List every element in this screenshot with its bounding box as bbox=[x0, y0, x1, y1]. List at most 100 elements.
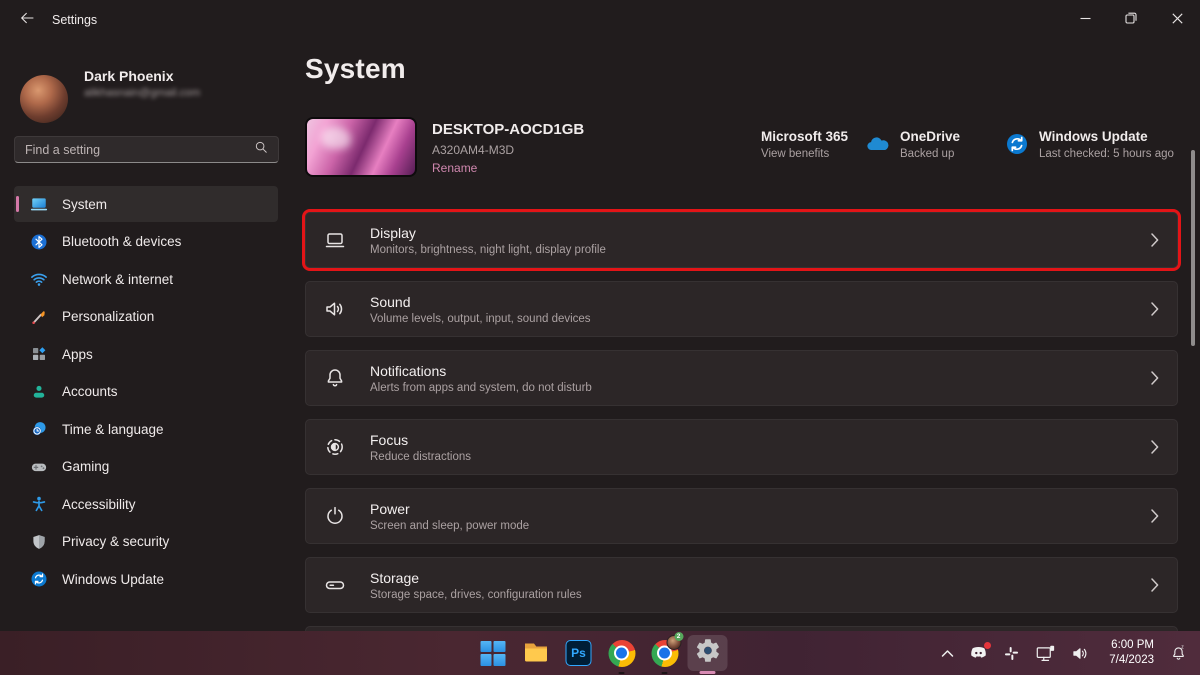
sidebar-item-network-internet[interactable]: Network & internet bbox=[14, 261, 278, 297]
svg-text:z: z bbox=[1181, 644, 1184, 650]
back-arrow-icon bbox=[19, 10, 35, 31]
row-title: Notifications bbox=[370, 362, 447, 379]
chevron-right-icon bbox=[1151, 233, 1159, 247]
sidebar-item-privacy-security[interactable]: Privacy & security bbox=[14, 524, 278, 560]
sidebar-item-gaming[interactable]: Gaming bbox=[14, 449, 278, 485]
row-title: Focus bbox=[370, 431, 409, 448]
row-subtitle: Monitors, brightness, night light, displ… bbox=[370, 243, 606, 256]
onedrive-card[interactable]: OneDrive Backed up bbox=[865, 129, 960, 160]
taskbar-clock[interactable]: 6:00 PM 7/4/2023 bbox=[1109, 638, 1154, 668]
windows-update-icon bbox=[30, 570, 48, 588]
sidebar-item-system[interactable]: System bbox=[14, 186, 278, 222]
personalization-icon bbox=[30, 308, 48, 326]
sidebar-item-accessibility[interactable]: Accessibility bbox=[14, 486, 278, 522]
minimize-icon bbox=[1080, 11, 1091, 29]
profile-name: Dark Phoenix bbox=[84, 68, 174, 84]
avatar[interactable] bbox=[20, 75, 68, 123]
notification-bell-icon[interactable]: z bbox=[1169, 644, 1188, 663]
power-icon bbox=[322, 503, 348, 529]
sidebar-nav: System Bluetooth & devices Network & int… bbox=[14, 186, 278, 597]
discord-tray-icon[interactable] bbox=[969, 642, 992, 661]
chrome-badge: 2 bbox=[674, 631, 683, 641]
sidebar-item-label: Apps bbox=[62, 346, 93, 362]
sidebar-item-accounts[interactable]: Accounts bbox=[14, 374, 278, 410]
taskbar-file-explorer[interactable] bbox=[516, 635, 556, 671]
sidebar-item-apps[interactable]: Apps bbox=[14, 336, 278, 372]
chevron-right-icon bbox=[1151, 371, 1159, 385]
card-subtitle: Backed up bbox=[900, 148, 955, 161]
minimize-button[interactable] bbox=[1062, 0, 1108, 40]
card-subtitle: View benefits bbox=[761, 148, 830, 161]
taskbar-settings[interactable] bbox=[687, 635, 728, 671]
settings-row-power[interactable]: Power Screen and sleep, power mode bbox=[305, 488, 1178, 544]
sidebar-item-label: Time & language bbox=[62, 421, 164, 437]
sidebar-item-label: Windows Update bbox=[62, 571, 165, 587]
privacy-icon bbox=[30, 533, 48, 551]
chrome-icon: 2 bbox=[651, 631, 683, 667]
close-button[interactable] bbox=[1154, 0, 1200, 40]
main-content: System DESKTOP-AOCD1GB A320AM4-M3D Renam… bbox=[292, 40, 1200, 631]
accounts-icon bbox=[30, 383, 48, 401]
time-language-icon bbox=[30, 420, 48, 438]
focus-icon bbox=[322, 434, 348, 460]
restore-button[interactable] bbox=[1108, 0, 1154, 40]
accessibility-icon bbox=[30, 495, 48, 513]
taskbar-photoshop[interactable]: Ps bbox=[559, 635, 599, 671]
sidebar-item-windows-update[interactable]: Windows Update bbox=[14, 561, 278, 597]
device-wallpaper-thumbnail bbox=[305, 117, 417, 177]
card-subtitle: Last checked: 5 hours ago bbox=[1039, 148, 1174, 161]
titlebar: Settings bbox=[0, 0, 1200, 40]
scrollbar-thumb[interactable] bbox=[1191, 150, 1195, 346]
clock-date: 7/4/2023 bbox=[1109, 654, 1154, 666]
display-connect-tray-icon[interactable] bbox=[1035, 644, 1056, 663]
device-header: DESKTOP-AOCD1GB A320AM4-M3D Rename Micro… bbox=[305, 117, 1178, 177]
row-title: Sound bbox=[370, 293, 411, 310]
settings-row-focus[interactable]: Focus Reduce distractions bbox=[305, 419, 1178, 475]
app-title: Settings bbox=[52, 13, 98, 27]
sidebar-item-label: Personalization bbox=[62, 309, 155, 324]
profile-email: alikhasnain@gmail.com bbox=[84, 87, 201, 99]
hidden-icons-chevron[interactable] bbox=[941, 649, 954, 658]
settings-row-notifications[interactable]: Notifications Alerts from apps and syste… bbox=[305, 350, 1178, 406]
search-box[interactable] bbox=[14, 136, 279, 163]
settings-row-storage[interactable]: Storage Storage space, drives, configura… bbox=[305, 557, 1178, 613]
settings-gear-icon bbox=[694, 637, 721, 669]
storage-icon bbox=[322, 572, 348, 598]
taskbar-chrome[interactable] bbox=[602, 635, 642, 674]
sound-icon bbox=[322, 296, 348, 322]
sidebar: Dark Phoenix alikhasnain@gmail.com Syste… bbox=[0, 40, 292, 631]
windows-update-card[interactable]: Windows Update Last checked: 5 hours ago bbox=[1004, 129, 1174, 160]
notifications-icon bbox=[322, 365, 348, 391]
slack-tray-icon[interactable] bbox=[1003, 645, 1020, 662]
sidebar-item-label: Gaming bbox=[62, 459, 110, 474]
close-icon bbox=[1171, 11, 1183, 29]
card-title: Microsoft 365 bbox=[761, 129, 849, 144]
sidebar-item-time-language[interactable]: Time & language bbox=[14, 411, 278, 447]
onedrive-icon bbox=[865, 131, 891, 157]
row-subtitle: Storage space, drives, configuration rul… bbox=[370, 588, 582, 601]
volume-tray-icon[interactable] bbox=[1071, 645, 1090, 662]
settings-row-display[interactable]: Display Monitors, brightness, night ligh… bbox=[302, 209, 1181, 271]
card-title: Windows Update bbox=[1039, 129, 1148, 144]
taskbar-chrome-profile[interactable]: 2 bbox=[645, 631, 685, 674]
settings-row-sound[interactable]: Sound Volume levels, output, input, soun… bbox=[305, 281, 1178, 337]
microsoft-365-card[interactable]: Microsoft 365 View benefits bbox=[728, 129, 848, 160]
taskbar-start-button[interactable] bbox=[473, 635, 513, 671]
device-model: A320AM4-M3D bbox=[432, 143, 515, 157]
chevron-right-icon bbox=[1151, 440, 1159, 454]
back-button[interactable] bbox=[10, 5, 44, 35]
search-input[interactable] bbox=[25, 142, 254, 157]
apps-icon bbox=[30, 345, 48, 363]
search-icon bbox=[254, 140, 268, 159]
row-title: Power bbox=[370, 500, 410, 517]
row-title: Storage bbox=[370, 569, 420, 586]
sidebar-item-personalization[interactable]: Personalization bbox=[14, 299, 278, 335]
bluetooth-icon bbox=[30, 233, 48, 251]
sidebar-item-bluetooth-devices[interactable]: Bluetooth & devices bbox=[14, 224, 278, 260]
notification-badge bbox=[984, 642, 992, 649]
chevron-right-icon bbox=[1151, 578, 1159, 592]
rename-link[interactable]: Rename bbox=[432, 161, 477, 175]
running-indicator bbox=[661, 671, 668, 674]
windows-update-icon bbox=[1004, 131, 1030, 157]
windows-start-icon bbox=[480, 640, 505, 666]
